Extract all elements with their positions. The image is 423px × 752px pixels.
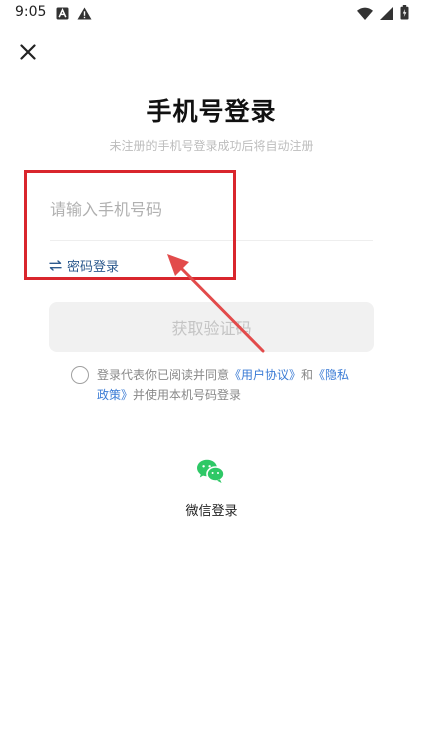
close-icon <box>20 44 36 60</box>
close-button[interactable] <box>16 40 40 64</box>
agreement-prefix: 登录代表你已阅读并同意 <box>97 368 230 382</box>
warning-icon <box>77 5 92 24</box>
get-code-button[interactable]: 获取验证码 <box>49 302 374 352</box>
status-icons-left <box>56 5 92 24</box>
status-time: 9:05 <box>15 4 47 20</box>
status-bar: 9:05 <box>0 0 423 28</box>
wechat-icon <box>197 459 225 483</box>
wifi-icon <box>357 5 373 24</box>
battery-icon <box>400 5 409 24</box>
page-title: 手机号登录 <box>146 97 277 126</box>
annotation-highlight-box <box>24 170 236 280</box>
agreement-checkbox[interactable] <box>71 366 89 384</box>
agreement-suffix: 并使用本机号码登录 <box>133 388 242 402</box>
agreement-and: 和 <box>301 368 314 382</box>
agreement-text: 登录代表你已阅读并同意《用户协议》和《隐私政策》并使用本机号码登录 <box>97 365 357 405</box>
login-screen: 9:05 手机号登录 未注册的手机号登录成功后将自动注册 请输入手机号码 密码登… <box>0 0 423 752</box>
wechat-login-button[interactable] <box>189 449 233 493</box>
a-box-icon <box>56 5 69 24</box>
cellular-icon <box>380 5 393 24</box>
page-subtitle: 未注册的手机号登录成功后将自动注册 <box>109 139 314 153</box>
user-agreement-link[interactable]: 《用户协议》 <box>229 368 301 382</box>
status-icons-right <box>357 5 409 24</box>
wechat-login-label: 微信登录 <box>185 504 238 519</box>
